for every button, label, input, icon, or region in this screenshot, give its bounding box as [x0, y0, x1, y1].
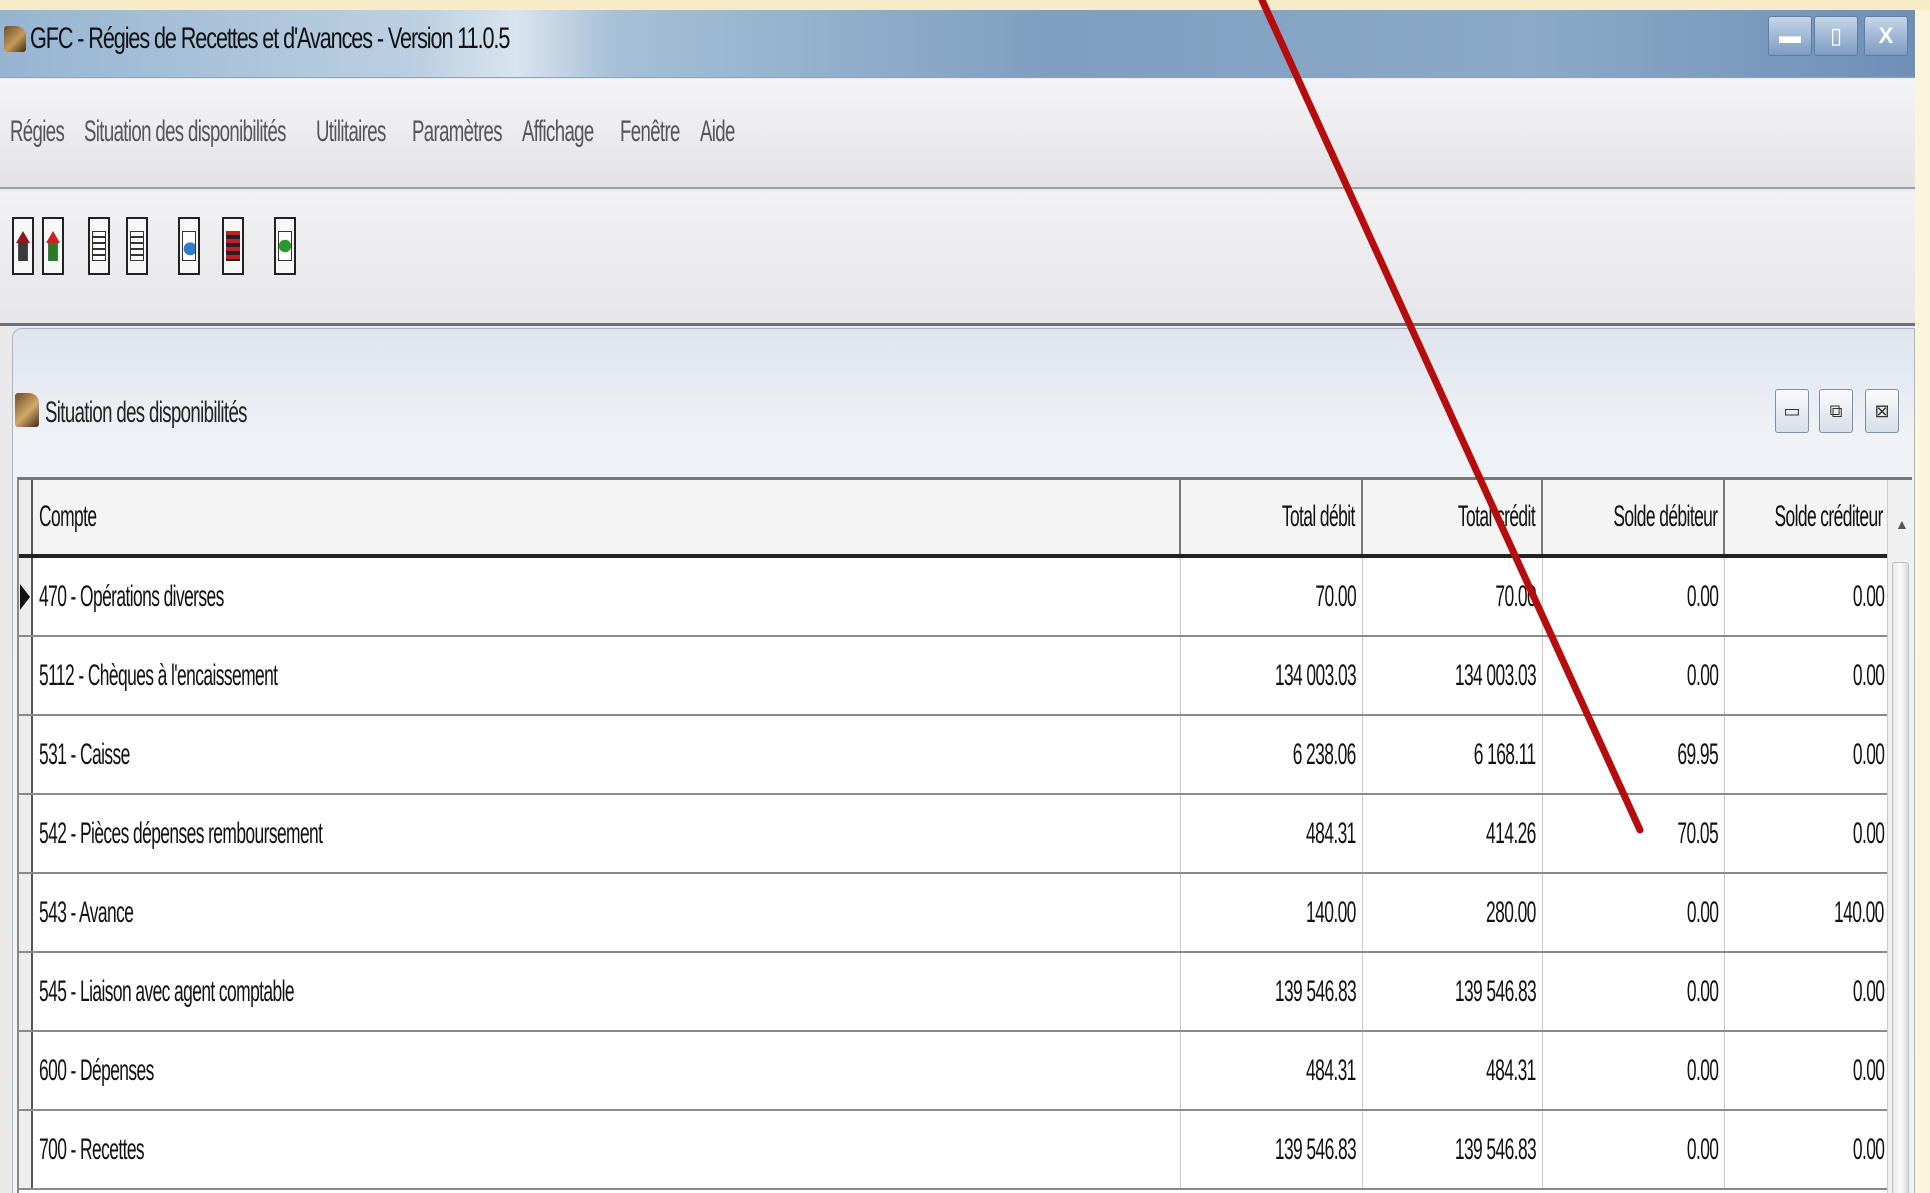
row-selector[interactable] [19, 1032, 33, 1109]
menu-situation-disponibilites[interactable]: Situation des disponibilités [84, 115, 286, 149]
cell-compte[interactable]: 600 - Dépenses [33, 1032, 1181, 1109]
cell-total-debit[interactable]: 70.00 [1181, 558, 1363, 635]
cell-total-debit[interactable]: 6 238.06 [1181, 716, 1363, 793]
cell-total-debit[interactable]: 140.00 [1181, 874, 1363, 951]
situation-icon [15, 393, 39, 427]
table-row[interactable]: 600 - Dépenses 484.31 484.31 0.00 0.00 [19, 1032, 1912, 1111]
row-selector[interactable] [19, 637, 33, 714]
search-document-icon[interactable] [178, 217, 200, 275]
row-selector[interactable] [19, 1111, 33, 1188]
cell-total-credit[interactable]: 414.26 [1363, 795, 1543, 872]
slide-background: GFC - Régies de Recettes et d'Avances - … [0, 10, 1930, 1193]
cell-solde-crediteur[interactable]: 0.00 [1725, 953, 1891, 1030]
header-total-debit[interactable]: Total débit [1181, 480, 1363, 554]
row-selector[interactable] [19, 953, 33, 1030]
table-row[interactable]: 543 - Avance 140.00 280.00 0.00 140.00 [19, 874, 1912, 953]
cell-solde-debiteur[interactable]: 69.95 [1543, 716, 1725, 793]
table-row[interactable]: 700 - Recettes 139 546.83 139 546.83 0.00 0.… [19, 1111, 1912, 1190]
cell-compte[interactable]: 5112 - Chèques à l'encaissement [33, 637, 1181, 714]
home-icon[interactable] [12, 217, 34, 275]
cell-solde-debiteur[interactable]: 0.00 [1543, 874, 1725, 951]
menu-utilitaires[interactable]: Utilitaires [316, 115, 386, 149]
cell-solde-crediteur[interactable]: 0.00 [1725, 1111, 1891, 1188]
menu-affichage[interactable]: Affichage [522, 115, 594, 149]
situation-window: Situation des disponibilités ▭ ⧉ ⊠ Compt… [12, 328, 1915, 1193]
cell-total-debit[interactable]: 484.31 [1181, 795, 1363, 872]
menu-parametres[interactable]: Paramètres [412, 115, 503, 149]
toolbar [0, 191, 1915, 326]
grid-header: Compte Total débit Total crédit Solde dé… [19, 480, 1912, 558]
cell-solde-debiteur[interactable]: 0.00 [1543, 637, 1725, 714]
row-selector[interactable] [19, 795, 33, 872]
cell-solde-crediteur[interactable]: 0.00 [1725, 1032, 1891, 1109]
cell-total-credit[interactable]: 484.31 [1363, 1032, 1543, 1109]
cell-total-debit[interactable]: 139 546.83 [1181, 953, 1363, 1030]
row-selector[interactable] [19, 558, 33, 635]
cell-total-credit[interactable]: 139 546.83 [1363, 1111, 1543, 1188]
cell-compte[interactable]: 700 - Recettes [33, 1111, 1181, 1188]
table-row[interactable]: 531 - Caisse 6 238.06 6 168.11 69.95 0.00 [19, 716, 1912, 795]
menu-regies[interactable]: Régies [10, 115, 65, 149]
form-icon[interactable] [88, 217, 110, 275]
form-alt-icon[interactable] [126, 217, 148, 275]
scroll-thumb[interactable] [1892, 562, 1909, 1193]
cell-solde-debiteur[interactable]: 0.00 [1543, 558, 1725, 635]
table-row[interactable]: 470 - Opérations diverses 70.00 70.00 0.00 0… [19, 558, 1912, 637]
cell-compte[interactable]: 545 - Liaison avec agent comptable [33, 953, 1181, 1030]
cell-total-credit[interactable]: 280.00 [1363, 874, 1543, 951]
refresh-document-icon[interactable] [274, 217, 296, 275]
header-total-credit[interactable]: Total crédit [1363, 480, 1543, 554]
menu-fenetre[interactable]: Fenêtre [620, 115, 680, 149]
cell-compte[interactable]: 542 - Pièces dépenses remboursement [33, 795, 1181, 872]
cell-compte[interactable]: 531 - Caisse [33, 716, 1181, 793]
header-selector [19, 480, 33, 554]
header-solde-crediteur[interactable]: Solde créditeur [1725, 480, 1891, 554]
menu-aide[interactable]: Aide [700, 115, 735, 149]
child-restore-button[interactable]: ⧉ [1819, 389, 1853, 433]
cell-solde-crediteur[interactable]: 0.00 [1725, 558, 1891, 635]
cell-solde-debiteur[interactable]: 70.05 [1543, 795, 1725, 872]
cell-total-debit[interactable]: 139 546.83 [1181, 1111, 1363, 1188]
table-row[interactable]: 545 - Liaison avec agent comptable 139 54… [19, 953, 1912, 1032]
cell-total-credit[interactable]: 70.00 [1363, 558, 1543, 635]
child-minimize-button[interactable]: ▭ [1775, 389, 1809, 433]
scroll-up-icon[interactable]: ▲ [1895, 516, 1909, 532]
home-alt-icon[interactable] [42, 217, 64, 275]
application-window: GFC - Régies de Recettes et d'Avances - … [0, 10, 1915, 1193]
cell-total-credit[interactable]: 134 003.03 [1363, 637, 1543, 714]
cell-solde-crediteur[interactable]: 0.00 [1725, 795, 1891, 872]
maximize-button[interactable]: ▯ [1814, 16, 1858, 56]
vertical-scrollbar[interactable]: ▲ [1887, 480, 1912, 1193]
cell-solde-crediteur[interactable]: 0.00 [1725, 637, 1891, 714]
cell-solde-debiteur[interactable]: 0.00 [1543, 953, 1725, 1030]
close-button[interactable]: X [1864, 16, 1908, 56]
title-bar: GFC - Régies de Recettes et d'Avances - … [0, 10, 1915, 78]
row-selector[interactable] [19, 716, 33, 793]
menu-bar: Régies Situation des disponibilités Util… [0, 79, 1915, 189]
cell-total-credit[interactable]: 6 168.11 [1363, 716, 1543, 793]
table-row[interactable]: 5112 - Chèques à l'encaissement 134 003.0… [19, 637, 1912, 716]
accounts-grid: Compte Total débit Total crédit Solde dé… [17, 477, 1912, 1193]
cell-compte[interactable]: 543 - Avance [33, 874, 1181, 951]
row-selector[interactable] [19, 874, 33, 951]
table-row[interactable]: 542 - Pièces dépenses remboursement 484.3… [19, 795, 1912, 874]
app-icon [4, 26, 26, 52]
list-icon[interactable] [222, 217, 244, 275]
header-solde-debiteur[interactable]: Solde débiteur [1543, 480, 1725, 554]
window-title: GFC - Régies de Recettes et d'Avances - … [30, 22, 510, 55]
header-compte[interactable]: Compte [33, 480, 1181, 554]
cell-total-debit[interactable]: 134 003.03 [1181, 637, 1363, 714]
child-window-title: Situation des disponibilités [45, 396, 247, 429]
child-close-button[interactable]: ⊠ [1865, 389, 1899, 433]
child-title-bar: Situation des disponibilités ▭ ⧉ ⊠ [13, 329, 1914, 444]
cell-solde-debiteur[interactable]: 0.00 [1543, 1032, 1725, 1109]
cell-solde-crediteur[interactable]: 140.00 [1725, 874, 1891, 951]
cell-total-credit[interactable]: 139 546.83 [1363, 953, 1543, 1030]
minimize-button[interactable]: ▬ [1768, 16, 1812, 56]
cell-solde-crediteur[interactable]: 0.00 [1725, 716, 1891, 793]
cell-total-debit[interactable]: 484.31 [1181, 1032, 1363, 1109]
cell-compte[interactable]: 470 - Opérations diverses [33, 558, 1181, 635]
cell-solde-debiteur[interactable]: 0.00 [1543, 1111, 1725, 1188]
